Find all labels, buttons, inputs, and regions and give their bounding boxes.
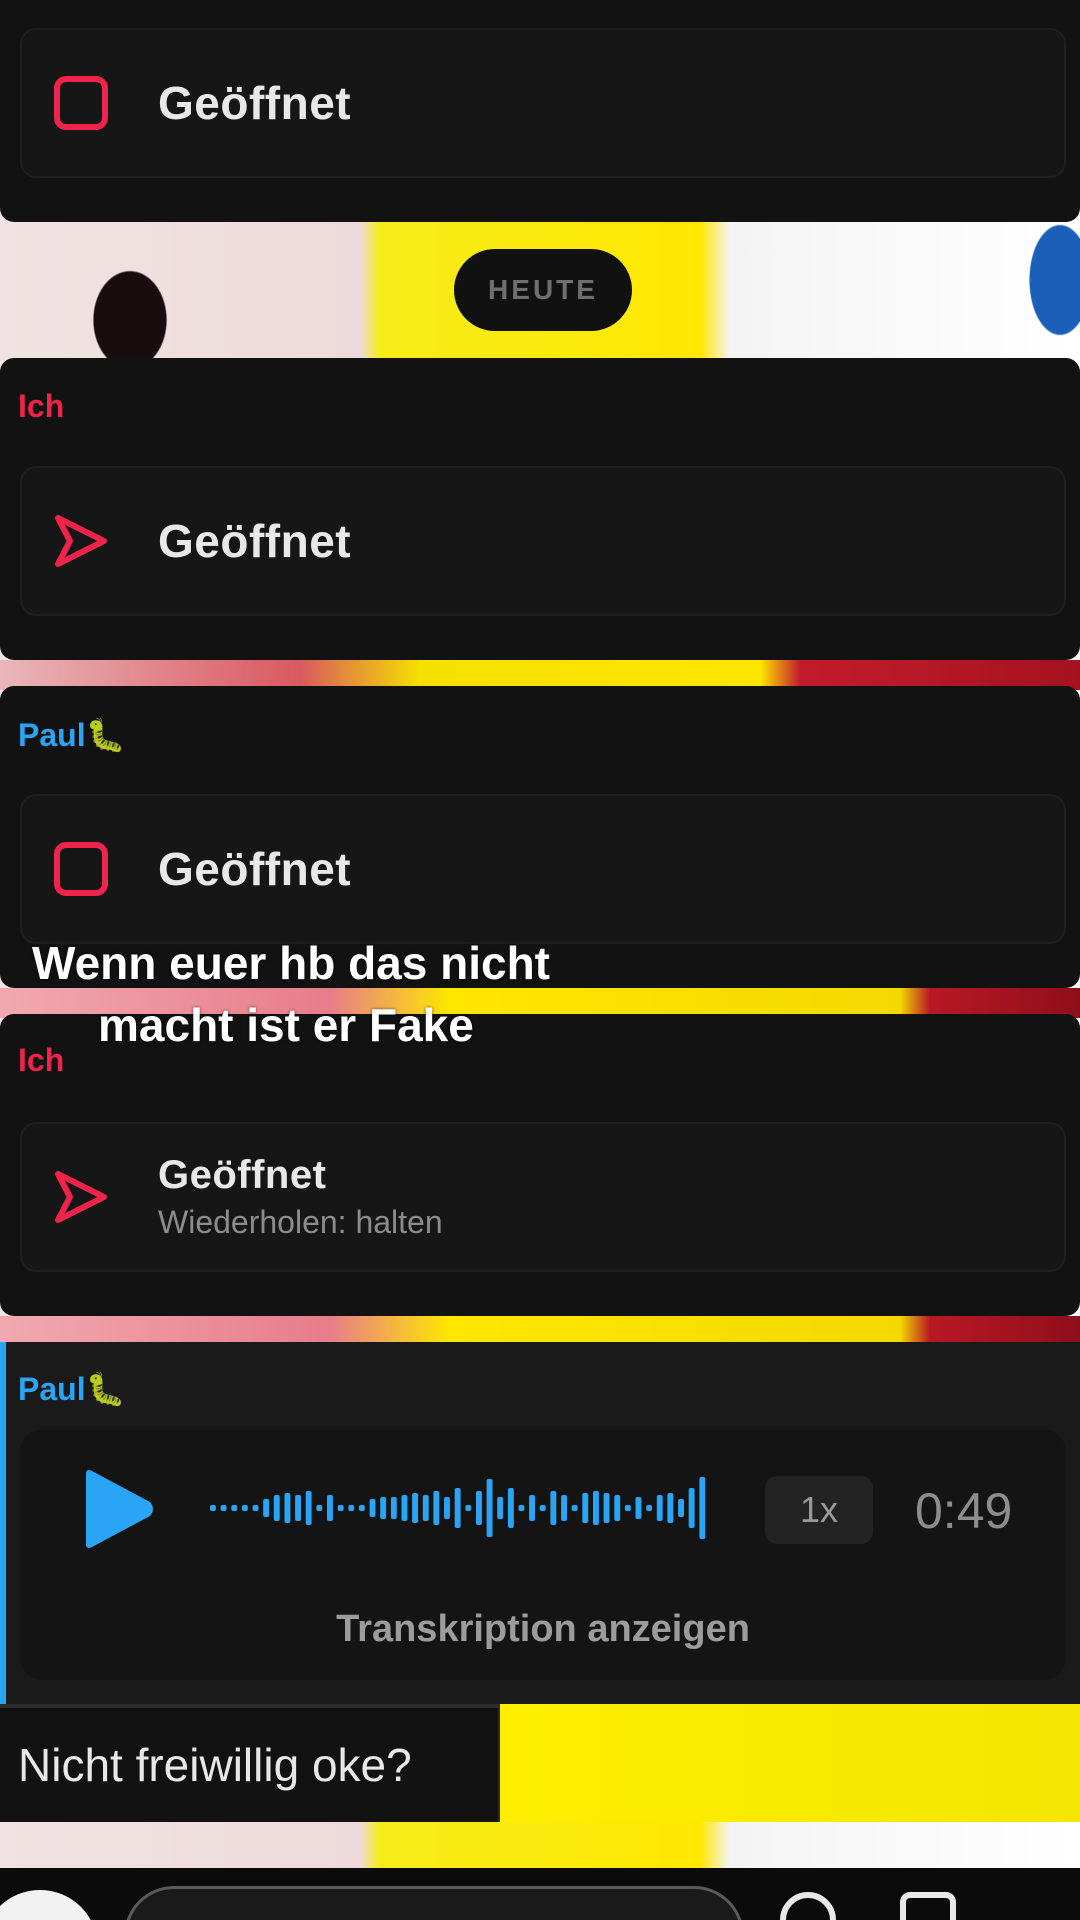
waveform-bar — [539, 1505, 546, 1511]
snap-status-card[interactable]: Geöffnet — [20, 466, 1066, 616]
waveform-bar — [305, 1491, 312, 1525]
waveform-bar — [220, 1505, 227, 1511]
play-icon[interactable] — [76, 1468, 156, 1550]
snap-status-label: Geöffnet — [158, 1153, 327, 1197]
opened-snap-square-icon — [54, 842, 108, 896]
replay-hint: Wiederholen: halten — [158, 1204, 443, 1240]
waveform-bar — [635, 1497, 642, 1519]
sender-name: Paul🐛 — [18, 1371, 126, 1407]
waveform-bar — [316, 1505, 323, 1511]
sender-name: Paul🐛 — [18, 717, 126, 753]
waveform-bar — [571, 1505, 578, 1511]
waveform-bar — [614, 1495, 621, 1521]
waveform-bar — [656, 1495, 663, 1521]
waveform-bar — [273, 1495, 280, 1521]
snap-status-label: Geöffnet — [158, 515, 352, 567]
date-separator: HEUTE — [454, 249, 632, 331]
waveform-bar — [688, 1488, 695, 1528]
waveform-bar — [444, 1497, 450, 1519]
waveform-bar — [412, 1493, 418, 1523]
snap-status-text: Geöffnet Wiederholen: halten — [158, 1153, 443, 1241]
snap-status-card[interactable]: Geöffnet Wiederholen: halten — [20, 1122, 1066, 1272]
chat-input[interactable] — [124, 1886, 744, 1920]
waveform-bar — [358, 1505, 365, 1511]
message-panel: Ich Geöffnet — [0, 358, 1080, 660]
waveform-bar — [241, 1505, 248, 1511]
message-text: Nicht freiwillig oke? — [18, 1739, 412, 1791]
waveform-bar — [582, 1493, 589, 1523]
waveform-bar — [550, 1491, 557, 1525]
waveform-bar — [263, 1499, 270, 1517]
waveform-bar — [454, 1488, 461, 1528]
waveform-bar — [593, 1491, 599, 1525]
waveform-bar — [380, 1497, 387, 1519]
message-panel-top: Geöffnet — [0, 0, 1080, 222]
waveform-bar — [486, 1479, 493, 1537]
snap-status-card[interactable]: Geöffnet — [20, 794, 1066, 944]
waveform-bar — [603, 1493, 610, 1523]
waveform-bar — [433, 1491, 440, 1525]
snap-status-card[interactable]: Geöffnet — [20, 28, 1066, 178]
waveform-bar — [646, 1505, 653, 1511]
waveform-bar — [284, 1493, 291, 1523]
waveform-bar — [497, 1497, 504, 1519]
waveform-bar — [210, 1505, 216, 1511]
waveform-bar — [327, 1495, 333, 1521]
waveform-bar — [699, 1477, 706, 1539]
sender-name: Ich — [18, 1042, 65, 1078]
waveform-bar — [295, 1495, 301, 1521]
show-transcript-button[interactable]: Transkription anzeigen — [20, 1608, 1066, 1651]
sticker-icon[interactable] — [900, 1892, 956, 1920]
waveform-bar — [476, 1491, 482, 1525]
sender-name: Ich — [18, 388, 65, 424]
sent-arrow-icon — [55, 1171, 107, 1223]
waveform-bar — [667, 1493, 674, 1523]
caption-line-2: macht ist er Fake — [98, 999, 474, 1051]
message-panel: Ich Geöffnet Wiederholen: halten — [0, 1014, 1080, 1316]
sent-arrow-icon — [55, 515, 107, 567]
opened-snap-square-icon — [54, 76, 108, 130]
waveform-bar — [231, 1505, 238, 1511]
waveform-bar — [465, 1505, 472, 1511]
waveform-bar — [529, 1495, 535, 1521]
waveform-bar — [252, 1505, 259, 1511]
snap-status-label: Geöffnet — [158, 843, 352, 895]
waveform-bar — [401, 1495, 408, 1521]
voice-duration: 0:49 — [915, 1483, 1013, 1539]
waveform-bar — [678, 1499, 684, 1517]
waveform-bar — [422, 1495, 429, 1521]
waveform-bar — [390, 1497, 397, 1519]
waveform-bar — [348, 1505, 355, 1511]
snap-status-label: Geöffnet — [158, 77, 352, 129]
waveform-bar — [507, 1488, 514, 1528]
caption-line-1: Wenn euer hb das nicht — [32, 937, 550, 989]
waveform[interactable] — [210, 1476, 710, 1540]
voice-note-card: 1x 0:49 Transkription anzeigen — [20, 1430, 1066, 1680]
waveform-bar — [518, 1505, 525, 1511]
waveform-bar — [624, 1505, 631, 1511]
waveform-bar — [337, 1505, 344, 1511]
playback-speed-button[interactable]: 1x — [765, 1476, 873, 1544]
text-message: Nicht freiwillig oke? — [0, 1708, 498, 1822]
waveform-bar — [369, 1499, 376, 1517]
waveform-bar — [561, 1495, 567, 1521]
